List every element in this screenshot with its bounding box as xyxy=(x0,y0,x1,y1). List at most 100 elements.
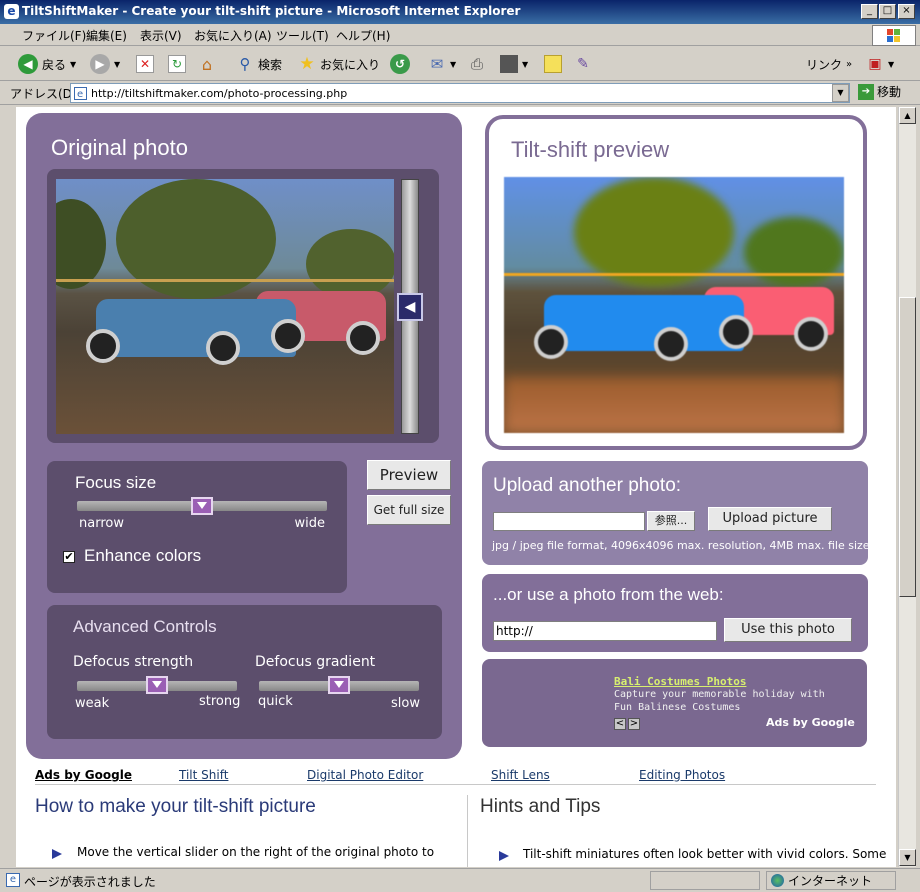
pdf-button[interactable]: ▣ ▼ xyxy=(866,53,894,75)
history-icon: ↺ xyxy=(390,54,410,74)
forward-arrow-icon: ▶ xyxy=(90,54,110,74)
status-panel xyxy=(650,871,760,890)
address-label: アドレス(D) xyxy=(10,87,77,101)
search-button[interactable]: ⚲ 検索 xyxy=(236,53,283,75)
stop-button[interactable]: ✕ xyxy=(136,53,154,75)
enhance-colors-checkbox[interactable]: ✔ xyxy=(63,551,75,563)
focus-size-thumb[interactable] xyxy=(191,497,213,515)
web-photo-title: ...or use a photo from the web: xyxy=(493,585,724,604)
bullet-arrow-icon xyxy=(499,851,509,861)
menu-favorites[interactable]: お気に入り(A) xyxy=(194,27,272,44)
forward-button[interactable]: ▶ ▼ xyxy=(90,53,120,75)
web-url-input[interactable]: http:// xyxy=(493,621,717,641)
windows-logo-icon xyxy=(872,25,916,46)
scroll-thumb[interactable] xyxy=(899,297,916,597)
vertical-scrollbar[interactable]: ▲ ▼ xyxy=(898,107,916,867)
ad-links-label[interactable]: Ads by Google xyxy=(35,768,132,782)
preview-title: Tilt-shift preview xyxy=(511,137,670,162)
browse-button[interactable]: 参照... xyxy=(647,511,695,531)
web-photo-box: ...or use a photo from the web: http:// … xyxy=(482,574,868,652)
focus-size-box: Focus size narrow wide ✔ Enhance colors xyxy=(47,461,347,593)
ads-by-google[interactable]: Ads by Google xyxy=(766,716,855,729)
menu-help[interactable]: ヘルプ(H) xyxy=(336,27,390,44)
back-button[interactable]: ◀ 戻る ▼ xyxy=(18,53,76,75)
defocus-strength-min-label: weak xyxy=(75,696,110,711)
focus-slider-handle[interactable]: ◀ xyxy=(397,293,423,321)
advanced-controls-box: Advanced Controls Defocus strength weak … xyxy=(47,605,442,739)
mail-button[interactable]: ✉ ▼ xyxy=(428,53,456,75)
focus-size-title: Focus size xyxy=(75,473,157,492)
bullet-arrow-icon xyxy=(52,849,62,859)
upload-file-input[interactable] xyxy=(493,512,645,531)
ad-link-tilt-shift[interactable]: Tilt Shift xyxy=(179,768,228,782)
defocus-strength-label: Defocus strength xyxy=(73,654,194,670)
research-button[interactable]: ✎ xyxy=(574,53,592,75)
svg-text:e: e xyxy=(77,89,83,100)
hints-title: Hints and Tips xyxy=(480,796,601,817)
go-arrow-icon: ➔ xyxy=(858,83,874,100)
defocus-strength-max-label: strong xyxy=(199,694,241,709)
maximize-button[interactable]: □ xyxy=(879,4,896,19)
address-dropdown-button[interactable]: ▼ xyxy=(832,84,849,102)
go-button[interactable]: ➔ 移動 xyxy=(858,83,901,100)
discuss-button[interactable] xyxy=(544,53,562,75)
refresh-button[interactable]: ↻ xyxy=(168,53,186,75)
preview-button[interactable]: Preview xyxy=(367,460,451,490)
mail-icon: ✉ xyxy=(430,55,444,73)
address-bar: アドレス(D) e http://tiltshiftmaker.com/phot… xyxy=(0,81,920,105)
page-icon: e xyxy=(74,87,87,100)
upload-title: Upload another photo: xyxy=(493,475,682,496)
research-icon: ✎ xyxy=(577,56,589,72)
favorites-button[interactable]: ★ お気に入り xyxy=(298,53,380,75)
star-icon: ★ xyxy=(299,54,315,74)
ad-prev-button[interactable]: < xyxy=(614,718,626,730)
print-icon: ⎙ xyxy=(470,55,483,73)
howto-title: How to make your tilt-shift picture xyxy=(35,796,316,817)
scroll-down-button[interactable]: ▼ xyxy=(899,849,916,866)
upload-picture-button[interactable]: Upload picture xyxy=(708,507,832,531)
ad-line-1: Capture your memorable holiday with xyxy=(614,689,825,700)
refresh-icon: ↻ xyxy=(168,55,186,73)
ad-link-editing-photos[interactable]: Editing Photos xyxy=(639,768,725,782)
ad-title-link[interactable]: Bali Costumes Photos xyxy=(614,675,746,688)
defocus-gradient-thumb[interactable] xyxy=(328,676,350,694)
original-photo xyxy=(56,179,394,434)
use-this-photo-button[interactable]: Use this photo xyxy=(724,618,852,642)
defocus-gradient-label: Defocus gradient xyxy=(255,654,376,670)
menu-bar: ファイル(F) 編集(E) 表示(V) お気に入り(A) ツール(T) ヘルプ(… xyxy=(0,24,920,46)
hints-tip-1: Tilt-shift miniatures often look better … xyxy=(523,847,887,861)
menu-tools[interactable]: ツール(T) xyxy=(276,27,329,44)
get-full-size-button[interactable]: Get full size xyxy=(367,495,451,525)
history-button[interactable]: ↺ xyxy=(390,53,410,75)
ad-link-digital-photo-editor[interactable]: Digital Photo Editor xyxy=(307,768,423,782)
ad-box: Bali Costumes Photos Capture your memora… xyxy=(482,659,867,747)
page-content: Original photo ◀ Focus size narrow wide … xyxy=(16,107,896,867)
globe-icon xyxy=(771,874,784,887)
divider xyxy=(35,784,876,785)
page-done-icon: e xyxy=(6,873,20,887)
column-divider xyxy=(467,795,468,867)
menu-view[interactable]: 表示(V) xyxy=(140,27,182,44)
defocus-strength-thumb[interactable] xyxy=(146,676,168,694)
home-icon: ⌂ xyxy=(201,54,213,74)
ad-next-button[interactable]: > xyxy=(628,718,640,730)
ad-link-shift-lens[interactable]: Shift Lens xyxy=(491,768,550,782)
minimize-button[interactable]: _ xyxy=(861,4,878,19)
print-button[interactable]: ⎙ xyxy=(468,53,486,75)
window-title-bar: e TiltShiftMaker - Create your tilt-shif… xyxy=(0,0,920,24)
ie-icon: e xyxy=(4,4,19,19)
howto-step-1: Move the vertical slider on the right of… xyxy=(77,845,435,859)
home-button[interactable]: ⌂ xyxy=(198,53,216,75)
close-button[interactable]: × xyxy=(898,4,915,19)
focus-size-min-label: narrow xyxy=(79,516,124,531)
scroll-up-button[interactable]: ▲ xyxy=(899,107,916,124)
upload-note: jpg / jpeg file format, 4096x4096 max. r… xyxy=(492,539,870,552)
menu-edit[interactable]: 編集(E) xyxy=(86,27,127,44)
menu-file[interactable]: ファイル(F) xyxy=(22,27,86,44)
original-photo-title: Original photo xyxy=(51,135,188,160)
address-input[interactable]: e http://tiltshiftmaker.com/photo-proces… xyxy=(70,83,850,103)
status-text: ページが表示されました xyxy=(24,875,156,889)
edit-button[interactable]: ▼ xyxy=(500,53,528,75)
links-button[interactable]: リンク» xyxy=(806,53,852,75)
editor-panel: Original photo ◀ Focus size narrow wide … xyxy=(26,113,462,759)
